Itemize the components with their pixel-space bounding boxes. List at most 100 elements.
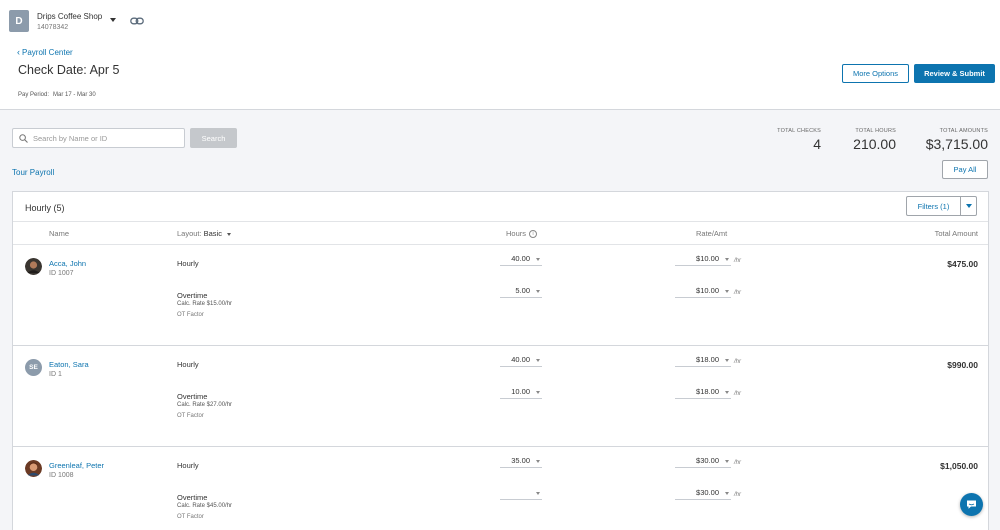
search-input[interactable] xyxy=(33,131,181,145)
ot-factor-label: OT Factor xyxy=(177,312,204,318)
total-checks-value: 4 xyxy=(813,136,821,152)
chevron-down-icon xyxy=(965,204,972,208)
search-field[interactable] xyxy=(12,128,185,148)
employee-name-link[interactable]: Eaton, Sara xyxy=(49,360,89,369)
overtime-hours-value: 10.00 xyxy=(511,387,530,396)
table-header: Name Layout: Basic Hours i Rate/Amt Total … xyxy=(13,221,988,245)
overtime-hours-input[interactable]: 5.00 xyxy=(500,286,542,298)
table-row: Acca, John ID 1007 Hourly 40.00 $10.00 /… xyxy=(13,245,988,346)
column-header-name[interactable]: Name xyxy=(49,229,69,238)
chat-help-button[interactable] xyxy=(960,493,983,516)
total-hours: TOTAL HOURS 210.00 xyxy=(840,128,896,152)
chevron-down-icon xyxy=(725,359,729,362)
overtime-rate-input[interactable]: $30.00 xyxy=(675,488,731,500)
earning-type-label: Hourly xyxy=(177,259,199,268)
overtime-hours-input[interactable]: 10.00 xyxy=(500,387,542,399)
employee-total-amount: $1,050.00 xyxy=(940,461,978,471)
regular-hours-value: 40.00 xyxy=(511,254,530,263)
filters-button-group: Filters (1) xyxy=(906,196,977,216)
search-button[interactable]: Search xyxy=(190,128,237,148)
company-name[interactable]: Drips Coffee Shop xyxy=(37,12,102,21)
employee-id: ID 1008 xyxy=(49,472,74,479)
total-hours-value: 210.00 xyxy=(853,136,896,152)
employee-photo-avatar xyxy=(25,258,42,275)
company-avatar[interactable]: D xyxy=(9,10,29,32)
employee-photo-avatar xyxy=(25,460,42,477)
total-amounts-label: TOTAL AMOUNTS xyxy=(939,128,988,134)
table-row: SE Eaton, Sara ID 1 Hourly 40.00 $18.00 … xyxy=(13,346,988,447)
employee-name-link[interactable]: Greenleaf, Peter xyxy=(49,461,104,470)
employee-initials-avatar: SE xyxy=(25,359,42,376)
column-header-rate: Rate/Amt xyxy=(696,229,728,238)
chevron-down-icon xyxy=(725,290,729,293)
rate-unit: /hr xyxy=(734,460,742,466)
overtime-calc-rate: Calc. Rate $15.00/hr xyxy=(177,301,233,307)
chevron-left-icon: ‹ xyxy=(17,47,20,57)
total-checks-label: TOTAL CHECKS xyxy=(777,128,821,134)
regular-hours-input[interactable]: 40.00 xyxy=(500,254,542,266)
regular-hours-input[interactable]: 35.00 xyxy=(500,456,542,468)
chevron-down-icon xyxy=(226,232,231,236)
page-header: D Drips Coffee Shop 14078342 ‹ Payroll Ce… xyxy=(0,0,1000,110)
info-icon[interactable]: i xyxy=(529,230,538,239)
chevron-down-icon xyxy=(536,290,540,293)
overtime-calc-rate: Calc. Rate $27.00/hr xyxy=(177,402,233,408)
back-to-payroll-center-link[interactable]: ‹ Payroll Center xyxy=(17,47,73,57)
overtime-rate-value: $30.00 xyxy=(696,488,719,497)
regular-rate-input[interactable]: $10.00 xyxy=(675,254,731,266)
overtime-label: Overtime xyxy=(177,493,208,502)
column-header-hours-label: Hours xyxy=(506,229,527,238)
chevron-down-icon xyxy=(536,460,540,463)
pay-all-button[interactable]: Pay All xyxy=(942,160,988,179)
overtime-label: Overtime xyxy=(177,291,208,300)
link-icon[interactable] xyxy=(130,16,144,26)
regular-rate-value: $30.00 xyxy=(696,456,719,465)
overtime-hours-value: 5.00 xyxy=(515,286,530,295)
total-amounts-value: $3,715.00 xyxy=(925,136,988,152)
column-header-total: Total Amount xyxy=(934,229,978,238)
regular-rate-input[interactable]: $18.00 xyxy=(675,355,731,367)
total-hours-label: TOTAL HOURS xyxy=(855,128,896,134)
rate-unit: /hr xyxy=(734,290,742,296)
more-options-button[interactable]: More Options xyxy=(842,64,909,83)
employee-id: ID 1007 xyxy=(49,270,74,277)
chevron-down-icon xyxy=(725,258,729,261)
hourly-employees-card: Hourly (5) Filters (1) Name Layout: Basic… xyxy=(12,191,989,530)
rate-unit: /hr xyxy=(734,492,742,498)
employee-name-link[interactable]: Acca, John xyxy=(49,259,86,268)
company-dropdown-chevron-down-icon[interactable] xyxy=(110,18,116,22)
layout-select[interactable]: Layout: Basic xyxy=(177,229,231,238)
section-title: Hourly (5) xyxy=(25,203,65,213)
search-icon xyxy=(19,134,28,143)
chevron-down-icon xyxy=(536,391,540,394)
total-checks: TOTAL CHECKS 4 xyxy=(760,128,821,152)
pay-period: Pay Period: Mar 17 - Mar 30 xyxy=(18,92,96,98)
overtime-rate-value: $10.00 xyxy=(696,286,719,295)
overtime-rate-input[interactable]: $18.00 xyxy=(675,387,731,399)
rate-unit: /hr xyxy=(734,258,742,264)
ot-factor-label: OT Factor xyxy=(177,413,204,419)
overtime-hours-input[interactable] xyxy=(500,488,542,500)
earning-type-label: Hourly xyxy=(177,461,199,470)
regular-hours-input[interactable]: 40.00 xyxy=(500,355,542,367)
employee-total-amount: $475.00 xyxy=(947,259,978,269)
employee-total-amount: $990.00 xyxy=(947,360,978,370)
regular-rate-input[interactable]: $30.00 xyxy=(675,456,731,468)
overtime-rate-input[interactable]: $10.00 xyxy=(675,286,731,298)
pay-period-label: Pay Period: xyxy=(18,92,50,98)
chevron-down-icon xyxy=(536,492,540,495)
filters-dropdown-button[interactable] xyxy=(961,197,976,215)
regular-hours-value: 35.00 xyxy=(511,456,530,465)
chevron-down-icon xyxy=(536,359,540,362)
chevron-down-icon xyxy=(725,460,729,463)
review-submit-button[interactable]: Review & Submit xyxy=(914,64,995,83)
tour-payroll-link[interactable]: Tour Payroll xyxy=(12,168,54,177)
filters-button[interactable]: Filters (1) xyxy=(907,197,961,215)
chat-bubble-icon xyxy=(967,500,976,509)
employee-id: ID 1 xyxy=(49,371,62,378)
chevron-down-icon xyxy=(725,492,729,495)
earning-type-label: Hourly xyxy=(177,360,199,369)
chevron-down-icon xyxy=(536,258,540,261)
table-row: Greenleaf, Peter ID 1008 Hourly 35.00 $3… xyxy=(13,447,988,530)
pay-period-value: Mar 17 - Mar 30 xyxy=(53,92,96,98)
